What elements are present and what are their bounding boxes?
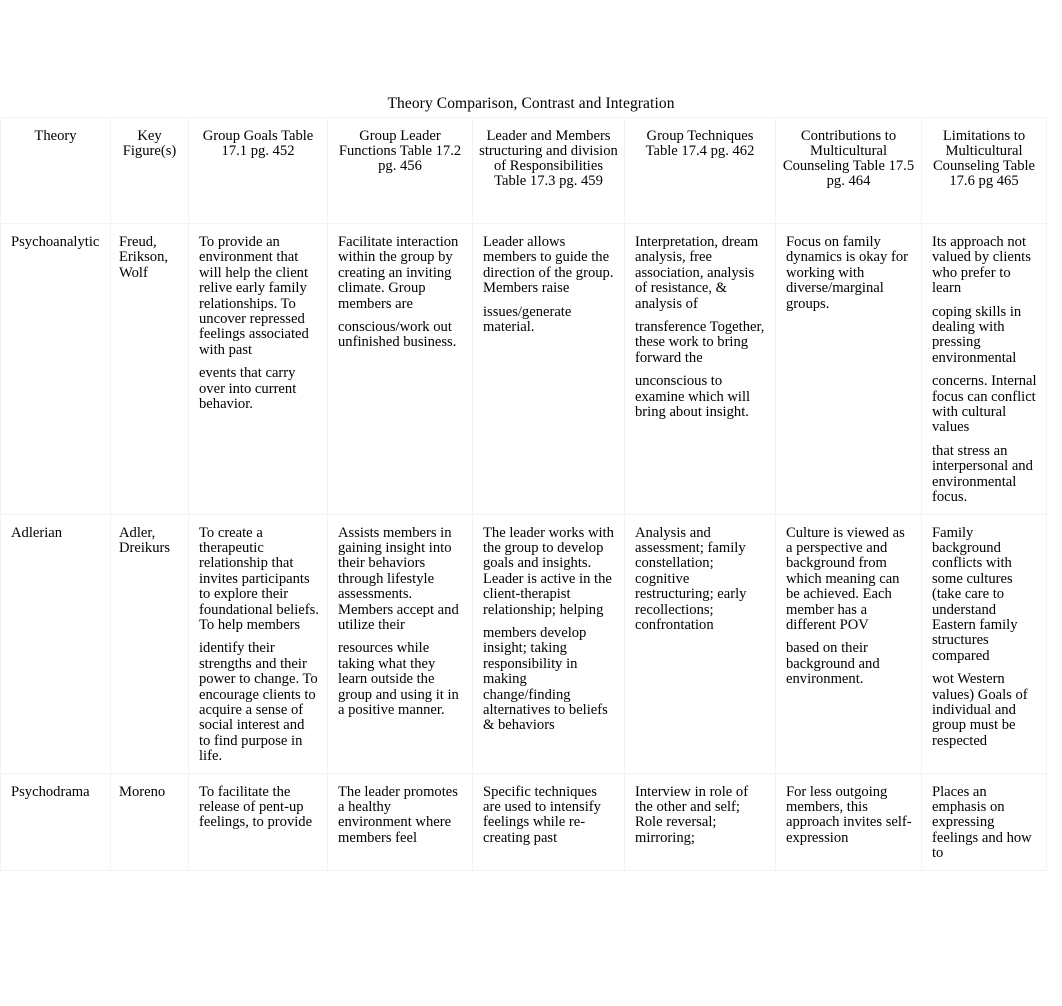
cell-group-techniques: Interpretation, dream analysis, free ass… [624,223,776,515]
cell-paragraph: Leader allows members to guide the direc… [483,234,614,297]
cell-paragraph: coping skills in dealing with pressing e… [932,303,1022,366]
theory-name: Adlerian [11,524,63,541]
cell-paragraph: resources while taking what they learn o… [338,640,459,718]
cell-paragraph: Culture is viewed as a perspective and b… [786,524,905,633]
cell-structuring-responsibilities: Leader allows members to guide the direc… [472,223,625,515]
table-row: Psychoanalytic Freud, Erikson, Wolf To p… [0,223,1047,515]
cell-paragraph: Family background conflicts with some cu… [932,524,1018,664]
column-header-group-goals: Group Goals Table 17.1 pg. 452 [188,117,328,224]
cell-group-leader-functions: Facilitate interaction within the group … [327,223,473,515]
cell-contributions-multicultural: Focus on family dynamics is okay for wor… [775,223,922,515]
cell-paragraph: Focus on family dynamics is okay for wor… [786,234,908,312]
cell-paragraph: To facilitate the release of pent-up fee… [199,783,313,831]
column-header-theory: Theory [0,117,111,224]
cell-paragraph: events that carry over into current beha… [199,365,297,413]
cell-paragraph: members develop insight; taking responsi… [483,624,608,734]
table-header: Theory Key Figure(s) Group Goals Table 1… [0,117,1047,224]
cell-paragraph: For less outgoing members, this approach… [786,783,912,846]
cell-paragraph: Interview in role of the other and self;… [635,783,749,846]
cell-paragraph: transference Together, these work to bri… [635,319,765,366]
cell-paragraph: The leader works with the group to devel… [483,524,614,618]
cell-paragraph: Interpretation, dream analysis, free ass… [635,234,759,312]
column-header-group-leader-functions: Group Leader Functions Table 17.2 pg. 45… [327,117,473,224]
table-header-row: Theory Key Figure(s) Group Goals Table 1… [0,117,1047,224]
theory-comparison-table: Theory Key Figure(s) Group Goals Table 1… [0,117,1047,871]
cell-group-techniques: Interview in role of the other and self;… [624,772,776,871]
cell-limitations-multicultural: Places an emphasis on expressing feeling… [921,772,1047,871]
cell-paragraph: Specific techniques are used to intensif… [483,783,601,846]
cell-paragraph: Places an emphasis on expressing feeling… [932,783,1032,862]
cell-key-figures: Freud, Erikson, Wolf [110,223,189,515]
cell-limitations-multicultural: Its approach not valued by clients who p… [921,223,1047,515]
key-figure: Dreikurs [119,539,171,556]
cell-contributions-multicultural: Culture is viewed as a perspective and b… [775,513,922,774]
key-figure: Erikson, [119,249,169,266]
cell-paragraph: Assists members in gaining insight into … [338,524,459,633]
cell-paragraph: based on their background and environmen… [786,640,880,688]
document-page: Theory Comparison, Contrast and Integrat… [0,0,1062,1006]
cell-group-leader-functions: Assists members in gaining insight into … [327,513,473,774]
cell-paragraph: To create a therapeutic relationship tha… [199,524,319,633]
cell-paragraph: Analysis and assessment; family constell… [635,524,747,633]
table-row: Psychodrama Moreno To facilitate the rel… [0,772,1047,871]
cell-group-techniques: Analysis and assessment; family constell… [624,513,776,774]
cell-theory: Psychoanalytic [0,223,111,515]
cell-key-figures: Moreno [110,772,189,871]
cell-paragraph: To provide an environment that will help… [199,234,309,358]
cell-paragraph: Facilitate interaction within the group … [338,234,459,312]
cell-key-figures: Adler, Dreikurs [110,513,189,774]
cell-paragraph: wot Western values) Goals of individual … [932,671,1028,749]
cell-paragraph: conscious/work out unfinished business. [338,319,457,351]
cell-structuring-responsibilities: Specific techniques are used to intensif… [472,772,625,871]
key-figure: Wolf [119,264,148,281]
cell-paragraph: concerns. Internal focus can conflict wi… [932,373,1037,436]
theory-name: Psychodrama [11,783,90,800]
cell-group-goals: To facilitate the release of pent-up fee… [188,772,328,871]
cell-paragraph: identify their strengths and their power… [199,640,318,765]
cell-group-goals: To provide an environment that will help… [188,223,328,515]
key-figure: Freud, [119,234,157,250]
column-header-limitations-multicultural: Limitations to Multicultural Counseling … [921,117,1047,224]
column-header-structuring-responsibilities: Leader and Members structuring and divis… [472,117,625,224]
column-header-key-figures: Key Figure(s) [110,117,189,224]
cell-theory: Psychodrama [0,772,111,871]
table-body: Psychoanalytic Freud, Erikson, Wolf To p… [0,223,1047,871]
cell-group-leader-functions: The leader promotes a healthy environmen… [327,772,473,871]
cell-theory: Adlerian [0,513,111,774]
cell-structuring-responsibilities: The leader works with the group to devel… [472,513,625,774]
key-figure: Adler, [119,524,156,541]
key-figure: Moreno [119,783,166,800]
cell-group-goals: To create a therapeutic relationship tha… [188,513,328,774]
column-header-contributions-multicultural: Contributions to Multicultural Counselin… [775,117,922,224]
cell-paragraph: unconscious to examine which will bring … [635,373,751,421]
cell-paragraph: issues/generate material. [483,303,572,336]
cell-limitations-multicultural: Family background conflicts with some cu… [921,513,1047,774]
page-title: Theory Comparison, Contrast and Integrat… [387,95,675,112]
cell-paragraph: Its approach not valued by clients who p… [932,234,1031,297]
cell-paragraph: that stress an interpersonal and environ… [932,442,1033,506]
table-row: Adlerian Adler, Dreikurs To create a the… [0,513,1047,774]
theory-name: Psychoanalytic [11,234,100,250]
column-header-group-techniques: Group Techniques Table 17.4 pg. 462 [624,117,776,224]
theory-comparison-table-wrapper: Theory Key Figure(s) Group Goals Table 1… [0,117,1047,871]
cell-paragraph: The leader promotes a healthy environmen… [338,783,458,846]
cell-contributions-multicultural: For less outgoing members, this approach… [775,772,922,871]
